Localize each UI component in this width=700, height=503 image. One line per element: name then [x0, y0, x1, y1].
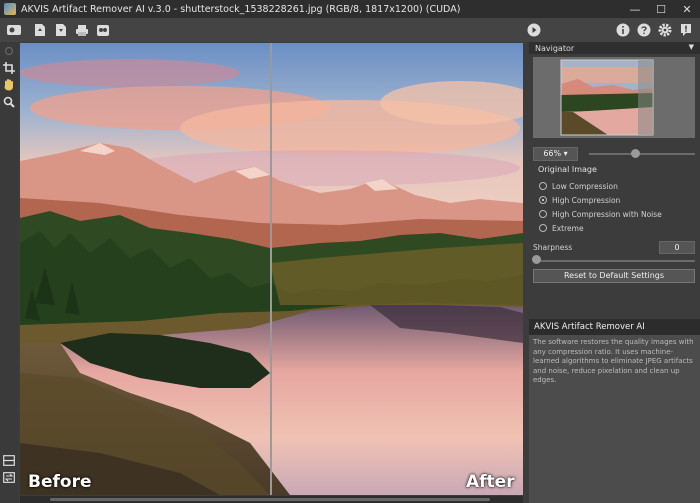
save-file-button[interactable] [51, 21, 71, 39]
app-window: AKVIS Artifact Remover AI v.3.0 - shutte… [0, 0, 700, 503]
navigator-preview[interactable] [533, 57, 695, 138]
tool-crop[interactable] [0, 59, 18, 76]
sharpness-slider-track[interactable] [533, 260, 695, 262]
info-icon [616, 23, 630, 37]
chevron-down-icon: ▼ [688, 43, 694, 51]
minimize-button[interactable]: — [622, 0, 648, 18]
open-file-button[interactable] [30, 21, 50, 39]
zoom-row: 66% ▾ [533, 147, 695, 161]
radio-button-icon [539, 210, 547, 218]
info-title: AKVIS Artifact Remover AI [529, 319, 700, 335]
radio-high-compression-noise[interactable]: High Compression with Noise [539, 208, 662, 220]
play-icon [527, 23, 541, 37]
radio-high-compression[interactable]: High Compression [539, 194, 620, 206]
radio-button-icon [539, 196, 547, 204]
settings-panel: Navigator ▼ 66% ▾ Original Image Low Com… [529, 42, 700, 503]
help-button[interactable] [634, 21, 654, 39]
before-label: Before [28, 472, 92, 492]
swap-view-button[interactable] [0, 469, 18, 486]
radio-label: Extreme [552, 223, 584, 233]
preferences-button[interactable] [655, 21, 675, 39]
tool-hand[interactable] [0, 76, 18, 93]
swap-view-icon [3, 472, 15, 483]
save-file-icon [56, 24, 66, 36]
notification-icon [681, 24, 691, 36]
main-toolbar [0, 18, 700, 42]
info-description: The software restores the quality images… [533, 338, 694, 384]
about-button[interactable] [613, 21, 633, 39]
window-title: AKVIS Artifact Remover AI v.3.0 - shutte… [21, 3, 461, 15]
navigator-thumbnail [533, 57, 695, 138]
radio-label: High Compression [552, 195, 621, 205]
sharpness-value-field[interactable]: 0 [659, 241, 695, 254]
tool-zoom[interactable] [0, 93, 18, 110]
home-button[interactable] [4, 21, 24, 39]
zoom-select[interactable]: 66% ▾ [533, 147, 578, 161]
horizontal-scrollbar[interactable] [20, 496, 523, 503]
sharpness-slider-handle[interactable] [532, 255, 541, 264]
zoom-slider-handle[interactable] [631, 149, 640, 158]
print-icon [76, 24, 88, 36]
tool-bar [0, 42, 18, 503]
radio-low-compression[interactable]: Low Compression [539, 180, 618, 192]
share-icon [97, 24, 109, 36]
sharpness-label: Sharpness [533, 243, 573, 252]
radio-label: Low Compression [552, 181, 618, 191]
radio-button-icon [539, 224, 547, 232]
after-label: After [466, 472, 515, 492]
original-image-title: Original Image [538, 165, 597, 174]
gear-icon [658, 23, 672, 37]
radio-label: High Compression with Noise [552, 209, 662, 219]
tool-pointer[interactable] [0, 42, 18, 59]
maximize-button[interactable]: ☐ [648, 0, 674, 18]
zoom-icon [3, 96, 15, 108]
run-button[interactable] [524, 21, 544, 39]
news-button[interactable] [676, 21, 696, 39]
navigator-header[interactable]: Navigator ▼ [529, 42, 700, 54]
radio-button-icon [539, 182, 547, 190]
before-after-divider[interactable] [270, 43, 272, 495]
share-button[interactable] [93, 21, 113, 39]
navigator-title: Navigator [535, 44, 575, 53]
zoom-slider-track[interactable] [589, 153, 695, 155]
app-logo-icon [4, 3, 16, 15]
sharpness-row: Sharpness 0 [533, 241, 695, 255]
cursor-icon [4, 46, 14, 55]
split-view-icon [3, 455, 15, 466]
title-bar: AKVIS Artifact Remover AI v.3.0 - shutte… [0, 0, 700, 18]
radio-extreme[interactable]: Extreme [539, 222, 584, 234]
help-icon [637, 23, 651, 37]
print-button[interactable] [72, 21, 92, 39]
hand-icon [4, 79, 13, 91]
open-file-icon [35, 24, 45, 36]
scrollbar-thumb[interactable] [50, 498, 490, 501]
split-view-button[interactable] [0, 452, 18, 469]
reset-default-button[interactable]: Reset to Default Settings [533, 269, 695, 283]
home-icon [7, 25, 21, 35]
crop-icon [3, 61, 15, 74]
close-button[interactable]: ✕ [674, 0, 700, 18]
